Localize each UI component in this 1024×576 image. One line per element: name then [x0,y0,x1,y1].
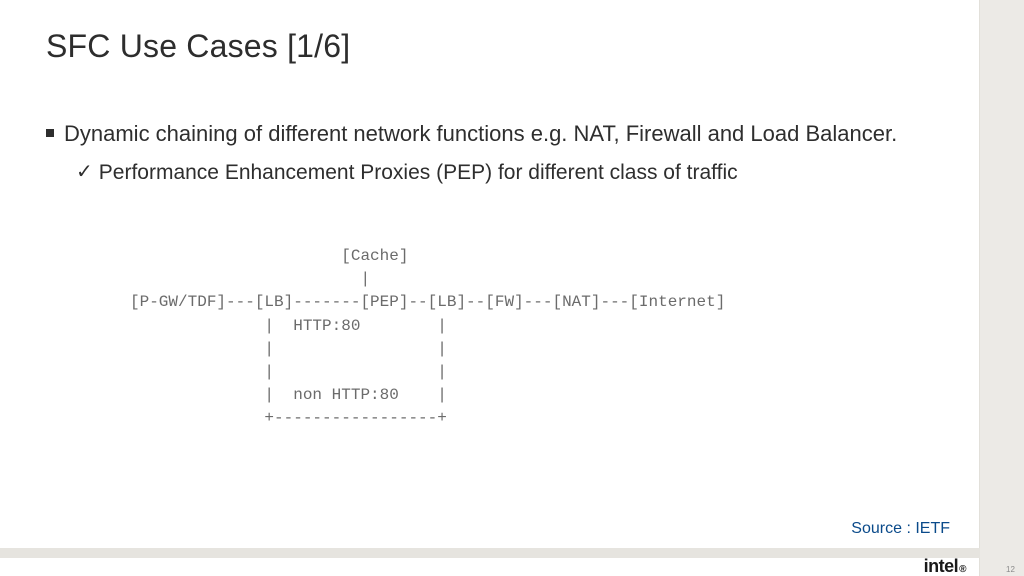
square-bullet-icon [46,129,54,137]
slide: SFC Use Cases [1/6] Dynamic chaining of … [0,0,980,576]
bullet-text-1: Dynamic chaining of different network fu… [64,118,897,150]
logo-dot-icon: ® [959,564,966,575]
sub-bullet-text-1: Performance Enhancement Proxies (PEP) fo… [99,158,738,188]
sub-bullet-item-1: ✓ Performance Enhancement Proxies (PEP) … [76,158,940,188]
source-attribution: Source : IETF [851,520,950,538]
logo-text: intel [924,556,959,576]
check-icon: ✓ [76,158,93,187]
bullet-item-1: Dynamic chaining of different network fu… [46,118,940,150]
slide-title: SFC Use Cases [1/6] [46,28,350,65]
ascii-diagram: [Cache] | [P-GW/TDF]---[LB]-------[PEP]-… [130,245,725,431]
slide-body: Dynamic chaining of different network fu… [46,118,940,188]
page-number: 12 [1006,565,1015,574]
footer-divider [0,548,980,558]
intel-logo: intel® [924,556,966,576]
